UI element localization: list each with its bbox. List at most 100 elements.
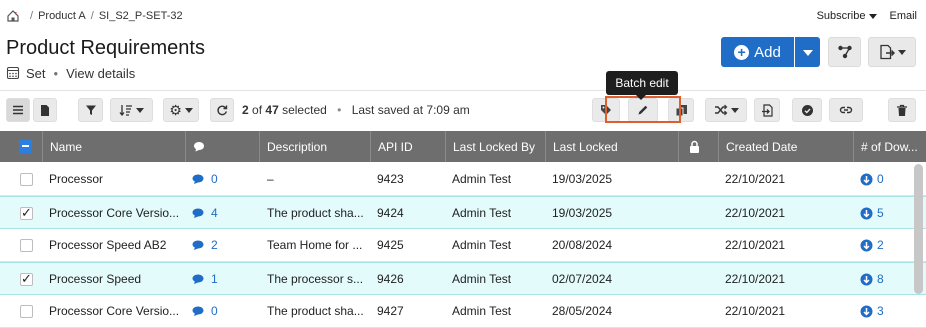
cell-created-date: 22/10/2021 (725, 206, 786, 220)
downstream-count: 8 (877, 272, 884, 286)
cell-last-locked-by: Admin Test (452, 304, 512, 318)
cell-last-locked: 20/08/2024 (552, 238, 613, 252)
link-button[interactable] (829, 98, 863, 122)
cell-name[interactable]: Processor Core Versio... (49, 197, 185, 229)
check-circle-icon (801, 104, 813, 116)
lock-icon (690, 140, 699, 153)
column-header-api-id[interactable]: API ID (371, 131, 446, 162)
comment-icon (192, 240, 204, 250)
chevron-down-icon[interactable] (869, 13, 878, 19)
cell-name[interactable]: Processor Core Versio... (49, 295, 185, 327)
table-row[interactable]: Processor 0 – 9423 Admin Test 19/03/2025 22/10… (0, 163, 926, 196)
set-label: Set (26, 65, 46, 81)
arrow-down-circle-icon (860, 207, 873, 219)
trash-icon (897, 104, 907, 116)
vertical-scrollbar[interactable] (914, 164, 923, 294)
selected-word: selected (282, 103, 327, 117)
arrow-down-circle-icon (860, 173, 873, 185)
shuffle-icon (714, 104, 727, 116)
document-icon (41, 104, 49, 116)
row-checkbox-cell[interactable] (20, 229, 34, 261)
cell-created-date: 22/10/2021 (725, 272, 786, 286)
settings-button[interactable]: ⚙ (163, 98, 199, 122)
home-icon[interactable] (6, 9, 20, 23)
column-header-comments[interactable] (186, 131, 260, 162)
row-checkbox[interactable] (20, 172, 33, 186)
table-row[interactable]: Processor Speed AB2 2 Team Home for ... 942… (0, 229, 926, 262)
filter-button[interactable] (78, 98, 103, 122)
row-checkbox[interactable] (20, 205, 33, 221)
cell-downstream[interactable]: 3 (860, 295, 910, 327)
last-saved-text: Last saved at 7:09 am (351, 103, 470, 117)
refresh-button[interactable] (210, 98, 234, 122)
cell-last-locked: 19/03/2025 (552, 172, 613, 186)
refresh-icon (217, 105, 228, 116)
cell-downstream[interactable]: 8 (860, 263, 910, 295)
breadcrumb-item-product[interactable]: Product A (38, 10, 86, 22)
breadcrumb-separator: / (30, 10, 34, 22)
comment-icon (192, 274, 204, 284)
cell-name[interactable]: Processor (49, 163, 185, 195)
row-checkbox-cell[interactable] (20, 295, 34, 327)
row-checkbox[interactable] (20, 271, 33, 287)
view-details-link[interactable]: View details (66, 66, 135, 81)
comment-icon (192, 208, 204, 218)
select-all-cell[interactable] (0, 131, 43, 162)
column-header-name[interactable]: Name (43, 131, 186, 162)
cell-comments[interactable]: 0 (192, 295, 258, 327)
cell-comments[interactable]: 2 (192, 229, 258, 261)
table-row[interactable]: Processor Speed 1 The processor s... 9426 Ad… (0, 262, 926, 295)
relationship-graph-button[interactable] (828, 37, 861, 67)
subscribe-link[interactable]: Subscribe (817, 10, 866, 22)
table-row[interactable]: Processor Core Versio... 0 The product sha… (0, 295, 926, 328)
top-links: Subscribe Email (817, 10, 917, 22)
column-header-created-date[interactable]: Created Date (719, 131, 854, 162)
column-header-last-locked-by[interactable]: Last Locked By (446, 131, 546, 162)
row-checkbox[interactable] (20, 304, 33, 318)
add-dropdown-button[interactable] (795, 37, 820, 67)
downstream-count: 3 (877, 304, 884, 318)
row-checkbox-cell[interactable] (20, 163, 34, 195)
cell-comments[interactable]: 4 (192, 197, 258, 229)
arrow-down-circle-icon (860, 239, 873, 251)
cell-description: Team Home for ... (267, 238, 363, 252)
move-document-icon (761, 103, 773, 117)
breadcrumb-item-set[interactable]: SI_S2_P-SET-32 (99, 10, 183, 22)
approve-button[interactable] (792, 98, 822, 122)
select-all-checkbox[interactable] (19, 140, 32, 153)
move-button[interactable] (754, 98, 780, 122)
cell-downstream[interactable]: 2 (860, 229, 910, 261)
table-row[interactable]: Processor Core Versio... 4 The product sha… (0, 196, 926, 229)
cell-name[interactable]: Processor Speed AB2 (49, 229, 185, 261)
document-view-button[interactable] (33, 98, 57, 122)
page-title: Product Requirements (6, 37, 205, 59)
cell-comments[interactable]: 1 (192, 263, 258, 295)
cell-comments[interactable]: 0 (192, 163, 258, 195)
row-checkbox[interactable] (20, 238, 33, 252)
column-header-last-locked[interactable]: Last Locked (546, 131, 679, 162)
column-header-lock[interactable] (679, 131, 719, 162)
add-button[interactable]: + Add (721, 37, 794, 67)
chevron-down-icon (897, 49, 906, 55)
row-checkbox-cell[interactable] (20, 263, 34, 295)
row-checkbox-cell[interactable] (20, 197, 34, 229)
column-header-description[interactable]: Description (260, 131, 371, 162)
email-link[interactable]: Email (889, 10, 917, 22)
cell-api-id: 9426 (377, 272, 404, 286)
cell-description: The product sha... (267, 304, 364, 318)
delete-button[interactable] (888, 98, 916, 122)
comment-count: 2 (211, 238, 218, 252)
downstream-count: 2 (877, 238, 884, 252)
list-view-button[interactable] (6, 98, 30, 122)
shuffle-button[interactable] (705, 98, 747, 122)
cell-downstream[interactable]: 0 (860, 163, 910, 195)
cell-created-date: 22/10/2021 (725, 238, 786, 252)
downstream-count: 0 (877, 172, 884, 186)
gear-icon: ⚙ (169, 102, 182, 118)
export-button[interactable] (868, 37, 916, 67)
cell-downstream[interactable]: 5 (860, 197, 910, 229)
sort-button[interactable] (110, 98, 153, 122)
column-header-downstream[interactable]: # of Dow... (854, 131, 926, 162)
cell-api-id: 9424 (377, 206, 404, 220)
cell-name[interactable]: Processor Speed (49, 263, 185, 295)
